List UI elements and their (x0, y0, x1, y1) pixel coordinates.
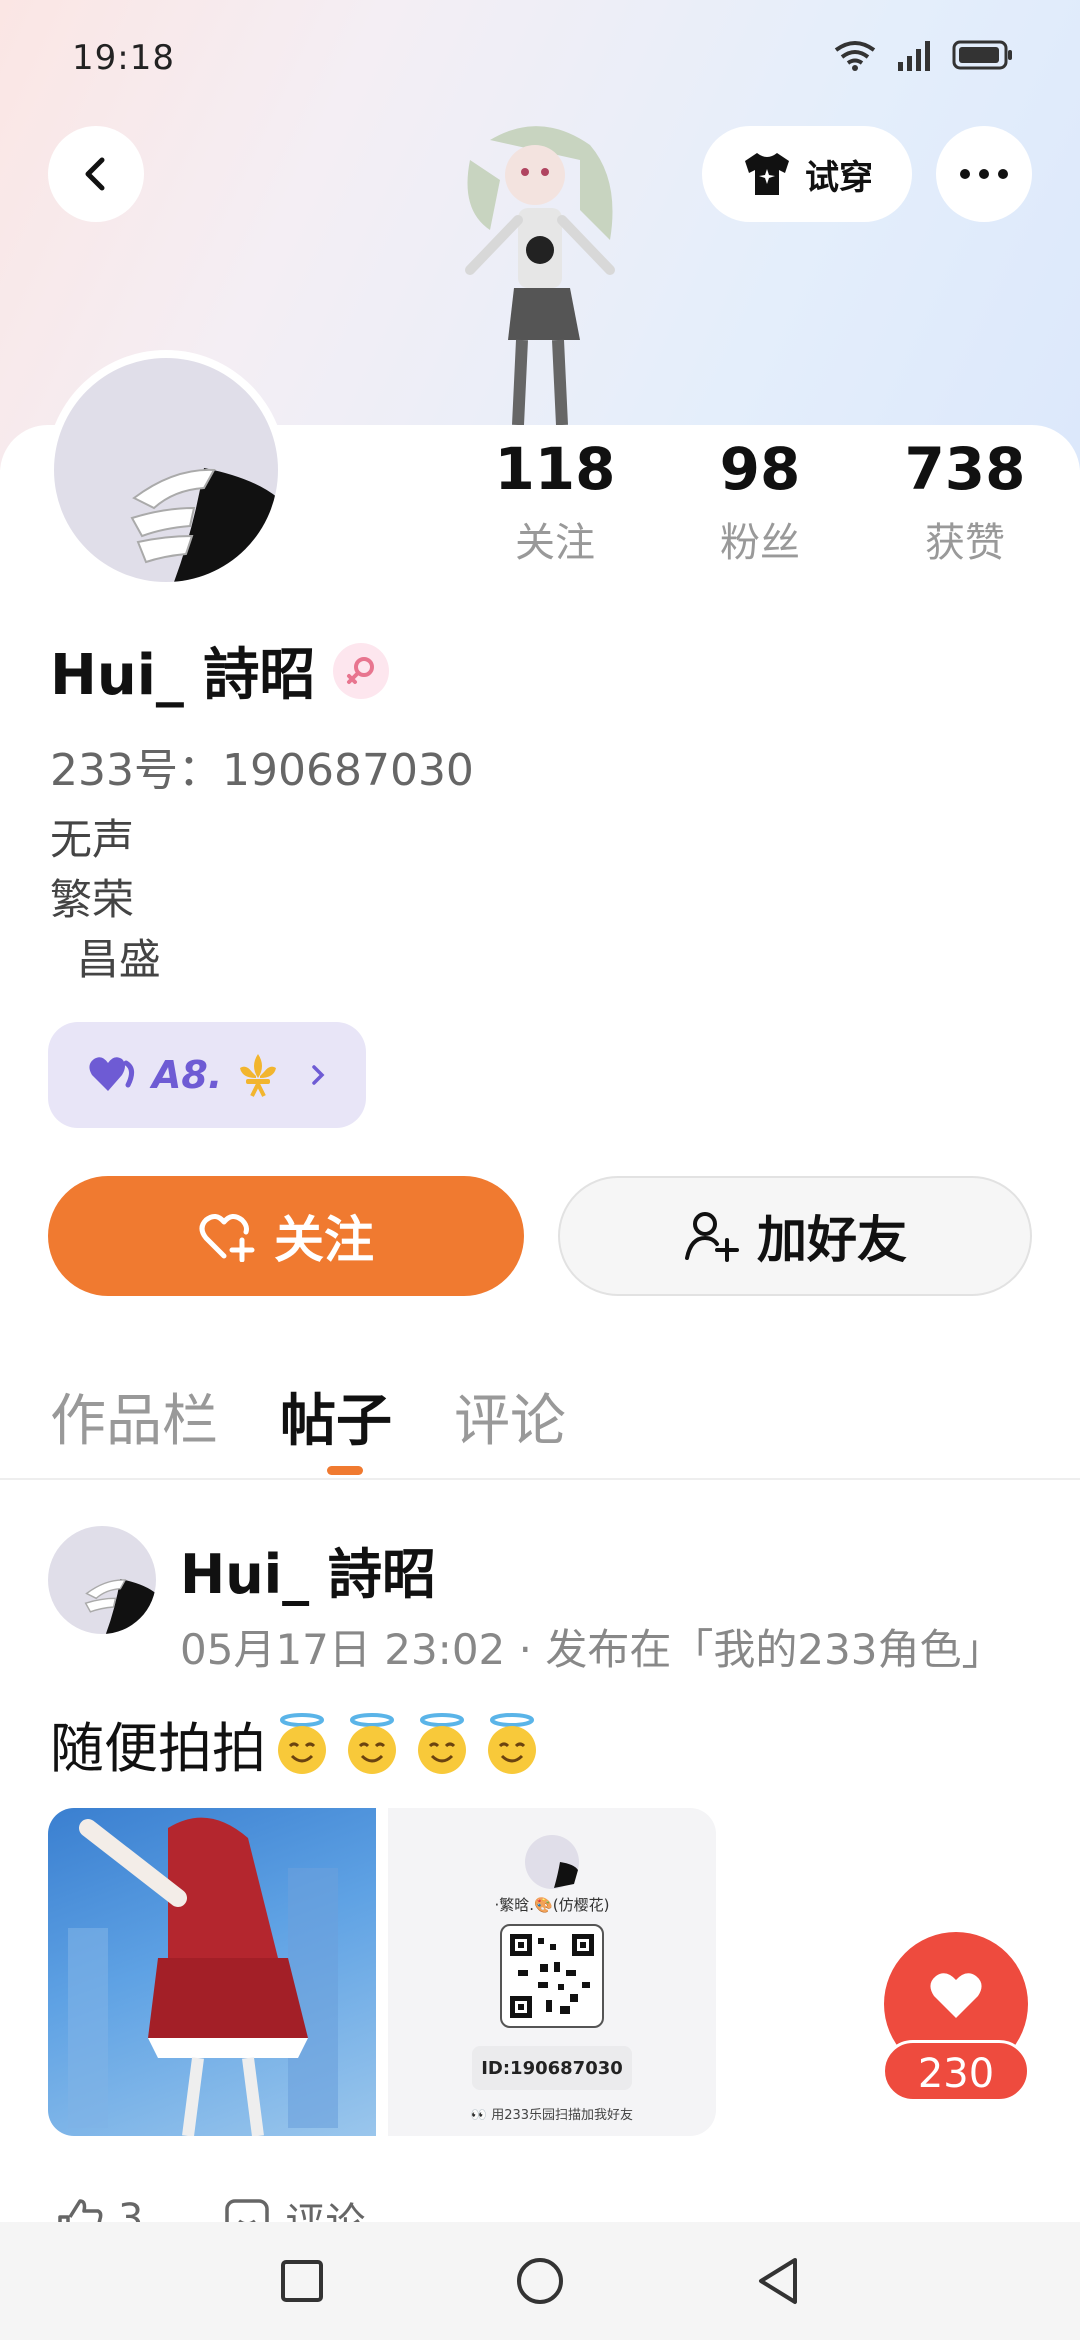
post-text: 随便拍拍 (50, 1717, 266, 1780)
battery-icon (952, 40, 1012, 70)
post-content: 随便拍拍 (50, 1704, 544, 1783)
profile-name: Hui_ 詩昭 (50, 643, 316, 708)
tab-posts[interactable]: 帖子 (280, 1376, 392, 1457)
profile-avatar[interactable] (46, 350, 286, 590)
post-image-character[interactable] (48, 1808, 376, 2136)
post-avatar[interactable] (48, 1526, 156, 1634)
chevron-right-icon (312, 1065, 325, 1085)
profile-id: 233号：190687030 (50, 745, 474, 796)
status-bar: 19:18 (0, 0, 1080, 110)
fleur-de-lis-icon (240, 1054, 277, 1097)
qr-id: ID:190687030 (472, 2046, 632, 2090)
divider (0, 1478, 1080, 1480)
recent-apps-icon[interactable] (279, 2258, 325, 2304)
smiling-face-with-halo-icon (488, 1712, 536, 1774)
qr-avatar (525, 1835, 579, 1889)
chevron-left-icon (85, 157, 105, 191)
status-icons (832, 38, 1014, 72)
smiling-face-with-halo-icon (348, 1712, 396, 1774)
stat-value: 738 (904, 435, 1026, 503)
tryon-label: 试穿 (805, 157, 873, 198)
character-photo (68, 1817, 338, 2136)
tab-comments[interactable]: 评论 (454, 1376, 566, 1457)
add-friend-button[interactable]: 加好友 (558, 1176, 1032, 1296)
stat-label: 获赞 (925, 519, 1005, 566)
qr-name: ·繁晗.🎨(仿樱花) (494, 1896, 610, 1914)
smiling-face-with-halo-icon (418, 1712, 466, 1774)
avatar-character-image (465, 126, 615, 426)
tshirt-icon (745, 153, 789, 195)
stat-following[interactable]: 118 关注 (480, 435, 630, 568)
profile-name-row: Hui_ 詩昭 (50, 630, 390, 711)
smiling-face-with-halo-icon (278, 1712, 326, 1774)
profile-tabs: 作品栏 帖子 评论 (50, 1376, 566, 1457)
stat-label: 关注 (515, 519, 595, 566)
profile-stats: 118 关注 98 粉丝 738 获赞 (480, 435, 1040, 568)
stat-likes[interactable]: 738 获赞 (890, 435, 1040, 568)
tryon-button[interactable]: 试穿 (702, 126, 912, 222)
stat-value: 118 (494, 435, 616, 503)
system-nav-bar (0, 2222, 1080, 2340)
tab-works[interactable]: 作品栏 (50, 1376, 218, 1457)
avatar-image (84, 1579, 156, 1634)
stat-value: 98 (719, 435, 801, 503)
follow-button[interactable]: 关注 (48, 1176, 524, 1296)
stat-label: 粉丝 (720, 519, 800, 566)
female-icon (333, 642, 390, 699)
add-friend-label: 加好友 (757, 1211, 907, 1269)
level-label: A8. (152, 1053, 223, 1097)
home-icon[interactable] (515, 2256, 565, 2306)
wifi-icon (834, 41, 876, 71)
heart-level-icon (89, 1057, 134, 1091)
stat-followers[interactable]: 98 粉丝 (685, 435, 835, 568)
back-nav-icon[interactable] (755, 2256, 801, 2306)
heart-plus-icon (199, 1214, 255, 1262)
level-badge[interactable]: A8. (48, 1022, 366, 1128)
profile-bio: 无声 繁荣 昌盛 (50, 815, 161, 984)
qrcode-icon (500, 1924, 604, 2028)
post-author[interactable]: Hui_ 詩昭 (180, 1530, 436, 1609)
signal-icon (898, 41, 930, 71)
more-button[interactable] (936, 126, 1032, 222)
follow-label: 关注 (274, 1211, 374, 1269)
status-time: 19:18 (72, 38, 175, 78)
avatar-image (130, 468, 278, 582)
heart-icon (930, 1973, 982, 2018)
like-fab-count: 230 (882, 2040, 1030, 2102)
post-meta: 05月17日 23:02 · 发布在「我的233角色」 (180, 1625, 1004, 1674)
qr-hint: 👀 用233乐园扫描加我好友 (470, 2108, 634, 2123)
active-tab-indicator (327, 1466, 363, 1475)
back-button[interactable] (48, 126, 144, 222)
more-icon (960, 169, 1008, 179)
add-user-icon (685, 1212, 739, 1262)
emoji-row (270, 1712, 544, 1776)
post-image-qrcode[interactable]: ·繁晗.🎨(仿樱花) ID:190687030 👀 用233乐园扫描加我好友 (388, 1808, 716, 2136)
